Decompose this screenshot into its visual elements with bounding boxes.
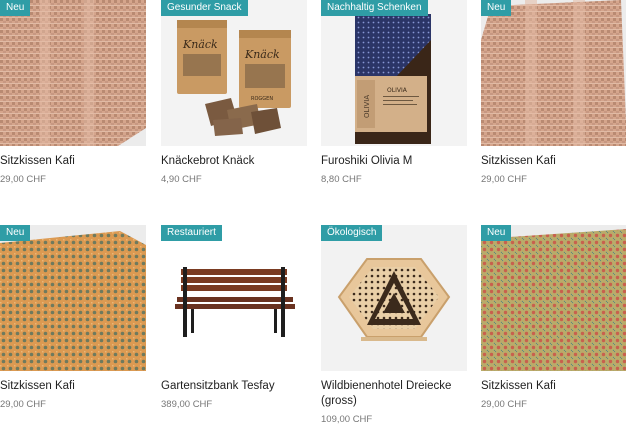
product-price: 29,00 CHF xyxy=(0,174,46,185)
furoshiki-image: OLIVIA OLIVIA xyxy=(321,0,467,146)
product-title[interactable]: Knäckebrot Knäck xyxy=(161,154,307,169)
bag-label: Knäck xyxy=(182,38,218,51)
product-card[interactable]: Restauriert Gartensitzbank Tesfay 389,00… xyxy=(161,225,307,411)
product-badge: Neu xyxy=(481,0,512,16)
cushion-image xyxy=(0,225,146,371)
product-image-link[interactable]: Ökologisch xyxy=(321,225,467,371)
product-image-link[interactable]: Neu xyxy=(0,0,146,146)
product-price: 389,00 CHF xyxy=(161,399,213,410)
crispbread-image: Knäck Knäck ROGGEN xyxy=(161,0,307,146)
product-badge: Gesunder Snack xyxy=(161,0,248,16)
product-card[interactable]: Neu Sitzkissen Kafi 29,00 CHF xyxy=(481,225,626,411)
product-price: 29,00 CHF xyxy=(481,399,527,410)
paper-bag-left: Knäck xyxy=(177,20,227,94)
product-title[interactable]: Gartensitzbank Tesfay xyxy=(161,379,307,394)
product-badge: Neu xyxy=(0,0,31,16)
insect-hotel-image xyxy=(321,225,467,371)
sleeve-label: OLIVIA xyxy=(387,87,408,94)
product-card[interactable]: Ökologisch Wildbienenhotel Dreiecke (gro… xyxy=(321,225,467,426)
product-title[interactable]: Sitzkissen Kafi xyxy=(481,379,626,394)
product-price: 109,00 CHF xyxy=(321,414,373,425)
product-price: 4,90 CHF xyxy=(161,174,202,185)
product-badge: Ökologisch xyxy=(321,225,383,241)
bag-label: Knäck xyxy=(244,48,280,61)
product-image-link[interactable]: Knäck Knäck ROGGEN Gesunder Snack xyxy=(161,0,307,146)
product-image-link[interactable]: OLIVIA OLIVIA Nachhaltig Schenken xyxy=(321,0,467,146)
product-card[interactable]: Neu Sitzkissen Kafi 29,00 CHF xyxy=(0,225,146,411)
product-image-link[interactable]: Neu xyxy=(0,225,146,371)
product-title[interactable]: Sitzkissen Kafi xyxy=(0,379,146,394)
product-card[interactable]: Knäck Knäck ROGGEN Gesunder Snack Knäcke… xyxy=(161,0,307,186)
product-badge: Nachhaltig Schenken xyxy=(321,0,428,16)
product-card[interactable]: OLIVIA OLIVIA Nachhaltig Schenken Furosh… xyxy=(321,0,467,186)
product-card[interactable]: Neu Sitzkissen Kafi 29,00 CHF xyxy=(481,0,626,186)
product-badge: Neu xyxy=(481,225,512,241)
product-image-link[interactable]: Restauriert xyxy=(161,225,307,371)
product-badge: Neu xyxy=(0,225,31,241)
product-price: 29,00 CHF xyxy=(481,174,527,185)
product-price: 29,00 CHF xyxy=(0,399,46,410)
product-title[interactable]: Sitzkissen Kafi xyxy=(481,154,626,169)
cushion-image xyxy=(481,225,626,371)
product-title[interactable]: Sitzkissen Kafi xyxy=(0,154,146,169)
paper-bag-right: Knäck ROGGEN xyxy=(239,30,291,108)
bench-image xyxy=(161,225,307,371)
product-price: 8,80 CHF xyxy=(321,174,362,185)
product-image-link[interactable]: Neu xyxy=(481,0,626,146)
sleeve-brand: OLIVIA xyxy=(363,95,371,118)
product-image-link[interactable]: Neu xyxy=(481,225,626,371)
product-card[interactable]: Neu Sitzkissen Kafi 29,00 CHF xyxy=(0,0,146,186)
product-title[interactable]: Furoshiki Olivia M xyxy=(321,154,467,169)
cushion-image xyxy=(0,0,146,146)
cushion-image xyxy=(481,0,626,146)
product-title[interactable]: Wildbienenhotel Dreiecke (gross) xyxy=(321,379,467,409)
bag-sub: ROGGEN xyxy=(251,96,273,102)
product-badge: Restauriert xyxy=(161,225,222,241)
